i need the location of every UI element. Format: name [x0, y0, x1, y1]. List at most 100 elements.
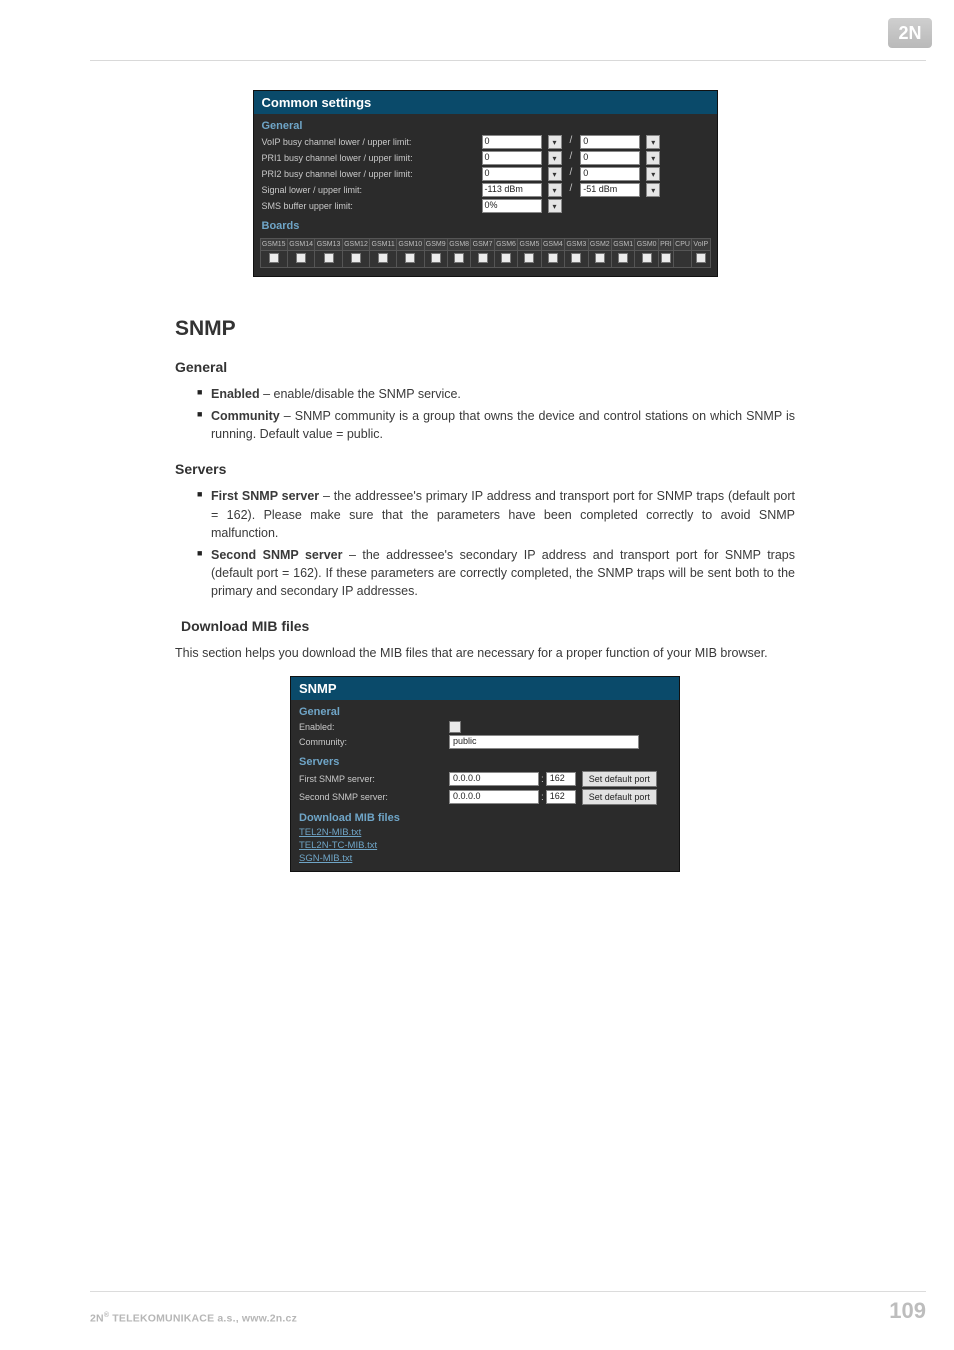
board-col: GSM9 — [424, 239, 447, 251]
value-b[interactable]: 0 — [580, 167, 640, 181]
snmp-section-general: General — [291, 700, 679, 720]
list-item: Second SNMP server – the addressee's sec… — [197, 546, 795, 600]
value-b[interactable]: 0 — [580, 135, 640, 149]
board-checkbox[interactable] — [324, 253, 334, 263]
first-server-ip[interactable]: 0.0.0.0 — [449, 772, 539, 786]
mib-link[interactable]: TEL2N-TC-MIB.txt — [291, 839, 679, 852]
first-server-label: First SNMP server: — [299, 774, 449, 784]
first-server-port[interactable]: 162 — [546, 772, 576, 786]
dropdown-icon[interactable]: ▾ — [548, 199, 562, 213]
dropdown-icon[interactable]: ▾ — [548, 135, 562, 149]
mib-link[interactable]: SGN-MIB.txt — [291, 852, 679, 865]
setting-label: PRI1 busy channel lower / upper limit: — [262, 153, 482, 163]
section-general: General — [254, 114, 717, 134]
board-col: VoIP — [692, 239, 710, 251]
board-checkbox[interactable] — [378, 253, 388, 263]
snmp-section-download: Download MIB files — [291, 806, 679, 826]
board-col: GSM2 — [588, 239, 611, 251]
board-checkbox[interactable] — [571, 253, 581, 263]
value-a[interactable]: 0 — [482, 167, 542, 181]
value-b[interactable]: 0 — [580, 151, 640, 165]
snmp-panel: SNMP General Enabled: Community: public … — [290, 676, 680, 872]
board-checkbox[interactable] — [501, 253, 511, 263]
second-server-port[interactable]: 162 — [546, 790, 576, 804]
page-footer: 2N® TELEKOMUNIKACE a.s., www.2n.cz 109 — [90, 1298, 926, 1324]
board-checkbox[interactable] — [454, 253, 464, 263]
section-boards: Boards — [254, 214, 717, 234]
term: Community — [211, 409, 280, 423]
board-cell — [673, 251, 691, 268]
board-checkbox[interactable] — [351, 253, 361, 263]
brand-logo: 2N — [888, 18, 932, 48]
dropdown-icon[interactable]: ▾ — [646, 135, 660, 149]
board-checkbox[interactable] — [548, 253, 558, 263]
mib-link[interactable]: TEL2N-MIB.txt — [291, 826, 679, 839]
community-input[interactable]: public — [449, 735, 639, 749]
value-a[interactable]: -113 dBm — [482, 183, 542, 197]
snmp-section-servers: Servers — [291, 750, 679, 770]
board-cell — [588, 251, 611, 268]
board-checkbox[interactable] — [618, 253, 628, 263]
heading-download: Download MIB files — [181, 618, 795, 634]
board-col: GSM14 — [287, 239, 314, 251]
snmp-figure: SNMP General Enabled: Community: public … — [290, 676, 680, 872]
page-content: Common settings General VoIP busy channe… — [175, 90, 795, 872]
board-col: GSM5 — [518, 239, 541, 251]
board-cell — [565, 251, 588, 268]
servers-list: First SNMP server – the addressee's prim… — [197, 487, 795, 600]
panel-title: Common settings — [254, 91, 717, 114]
value-a[interactable]: 0 — [482, 151, 542, 165]
board-checkbox[interactable] — [642, 253, 652, 263]
board-checkbox[interactable] — [595, 253, 605, 263]
download-paragraph: This section helps you download the MIB … — [175, 644, 795, 662]
board-checkbox[interactable] — [405, 253, 415, 263]
value-b[interactable]: -51 dBm — [580, 183, 640, 197]
header-rule — [90, 60, 926, 61]
boards-table: GSM15GSM14GSM13GSM12GSM11GSM10GSM9GSM8GS… — [260, 238, 711, 268]
board-cell — [260, 251, 287, 268]
settings-row: PRI1 busy channel lower / upper limit:0▾… — [254, 150, 717, 166]
board-col: GSM0 — [635, 239, 658, 251]
board-col: GSM3 — [565, 239, 588, 251]
board-checkbox[interactable] — [269, 253, 279, 263]
board-checkbox[interactable] — [696, 253, 706, 263]
board-checkbox[interactable] — [296, 253, 306, 263]
board-cell — [315, 251, 342, 268]
enabled-checkbox[interactable] — [449, 721, 461, 733]
dropdown-icon[interactable]: ▾ — [548, 167, 562, 181]
board-col: GSM1 — [612, 239, 635, 251]
board-cell — [692, 251, 710, 268]
page-number: 109 — [889, 1298, 926, 1324]
dropdown-icon[interactable]: ▾ — [548, 183, 562, 197]
row-enabled: Enabled: — [291, 720, 679, 734]
second-set-default-button[interactable]: Set default port — [582, 789, 657, 805]
value-a[interactable]: 0 — [482, 135, 542, 149]
board-cell — [541, 251, 564, 268]
first-set-default-button[interactable]: Set default port — [582, 771, 657, 787]
dropdown-icon[interactable]: ▾ — [646, 167, 660, 181]
board-cell — [370, 251, 397, 268]
board-checkbox[interactable] — [661, 253, 671, 263]
board-checkbox[interactable] — [524, 253, 534, 263]
board-col: GSM4 — [541, 239, 564, 251]
slash-sep: / — [568, 135, 575, 149]
list-item: First SNMP server – the addressee's prim… — [197, 487, 795, 541]
dropdown-icon[interactable]: ▾ — [646, 151, 660, 165]
settings-row: SMS buffer upper limit:0%▾ — [254, 198, 717, 214]
setting-label: Signal lower / upper limit: — [262, 185, 482, 195]
value-a[interactable]: 0% — [482, 199, 542, 213]
term: First SNMP server — [211, 489, 319, 503]
board-checkbox[interactable] — [478, 253, 488, 263]
dropdown-icon[interactable]: ▾ — [646, 183, 660, 197]
term: Enabled — [211, 387, 260, 401]
settings-row: Signal lower / upper limit:-113 dBm▾/-51… — [254, 182, 717, 198]
board-cell — [342, 251, 369, 268]
slash-sep: / — [568, 167, 575, 181]
board-cell — [612, 251, 635, 268]
second-server-ip[interactable]: 0.0.0.0 — [449, 790, 539, 804]
board-checkbox[interactable] — [431, 253, 441, 263]
board-col: CPU — [673, 239, 691, 251]
dropdown-icon[interactable]: ▾ — [548, 151, 562, 165]
board-col: GSM10 — [397, 239, 424, 251]
board-cell — [635, 251, 658, 268]
